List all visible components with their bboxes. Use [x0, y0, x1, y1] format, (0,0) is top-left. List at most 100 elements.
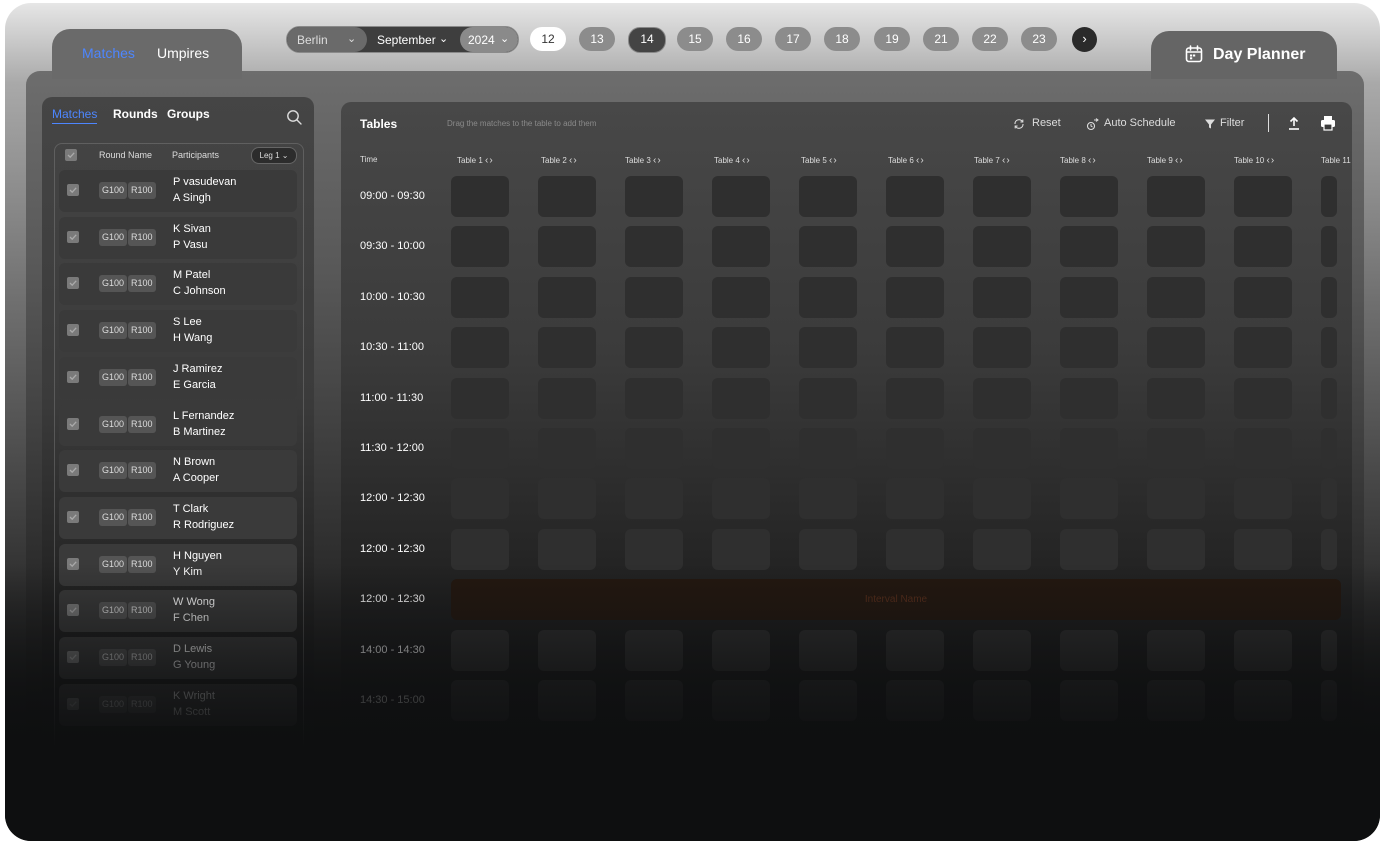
date-pill[interactable]: 23 [1021, 27, 1057, 51]
schedule-cell[interactable] [1060, 176, 1118, 217]
schedule-cell[interactable] [1147, 629, 1205, 671]
schedule-cell[interactable] [799, 680, 857, 721]
schedule-cell[interactable] [625, 377, 683, 419]
match-checkbox[interactable] [67, 697, 79, 710]
table-header[interactable]: Table 7 ‹› [974, 155, 1011, 166]
match-row[interactable]: G100 R100 N Brown A Cooper [59, 450, 297, 493]
search-icon[interactable] [286, 109, 302, 125]
sidebar-tab-groups[interactable]: Groups [167, 107, 210, 121]
schedule-cell[interactable] [1234, 276, 1292, 318]
schedule-cell[interactable] [1234, 176, 1292, 217]
schedule-cell[interactable] [712, 478, 770, 520]
table-header[interactable]: Table 1 ‹› [457, 155, 494, 166]
chevrons-icon[interactable]: ‹› [1266, 155, 1275, 166]
schedule-cell[interactable] [1060, 226, 1118, 268]
chevrons-icon[interactable]: ‹› [742, 155, 751, 166]
schedule-cell[interactable] [1234, 428, 1292, 469]
schedule-cell[interactable] [1147, 680, 1205, 721]
schedule-cell[interactable] [625, 629, 683, 671]
match-row[interactable]: G100 R100 K Sivan P Vasu [59, 216, 297, 259]
year-select[interactable]: 2024 ⌄ [460, 27, 518, 52]
date-pill[interactable]: 21 [923, 27, 959, 51]
chevrons-icon[interactable]: ‹› [569, 155, 578, 166]
date-pill[interactable]: 18 [824, 27, 860, 51]
auto-schedule-button[interactable]: Auto Schedule [1104, 117, 1176, 129]
schedule-cell[interactable] [799, 478, 857, 520]
date-pill[interactable]: 22 [972, 27, 1008, 51]
leg-select[interactable]: Leg 1 ⌄ [251, 147, 297, 164]
schedule-cell[interactable] [886, 528, 944, 570]
schedule-cell[interactable] [451, 226, 509, 268]
schedule-cell[interactable] [1321, 176, 1337, 217]
table-header[interactable]: Table 11 ‹› [1321, 155, 1352, 166]
next-dates-button[interactable]: › [1072, 27, 1097, 52]
schedule-cell[interactable] [1234, 327, 1292, 369]
schedule-cell[interactable] [886, 377, 944, 419]
match-row[interactable]: G100 R100 L Fernandez B Martinez [59, 403, 297, 446]
schedule-cell[interactable] [1060, 528, 1118, 570]
schedule-cell[interactable] [625, 680, 683, 721]
chevrons-icon[interactable]: ‹› [485, 155, 494, 166]
table-header[interactable]: Table 5 ‹› [801, 155, 838, 166]
schedule-cell[interactable] [625, 276, 683, 318]
schedule-cell[interactable] [451, 176, 509, 217]
schedule-cell[interactable] [712, 377, 770, 419]
schedule-cell[interactable] [625, 528, 683, 570]
schedule-cell[interactable] [451, 629, 509, 671]
schedule-cell[interactable] [973, 327, 1031, 369]
schedule-cell[interactable] [799, 629, 857, 671]
schedule-cell[interactable] [886, 428, 944, 469]
match-checkbox[interactable] [67, 604, 79, 617]
schedule-cell[interactable] [625, 478, 683, 520]
schedule-cell[interactable] [712, 327, 770, 369]
match-checkbox[interactable] [67, 230, 79, 243]
reset-button[interactable]: Reset [1032, 117, 1061, 129]
schedule-cell[interactable] [886, 226, 944, 268]
schedule-cell[interactable] [712, 276, 770, 318]
schedule-cell[interactable] [1147, 528, 1205, 570]
table-header[interactable]: Table 4 ‹› [714, 155, 751, 166]
schedule-cell[interactable] [799, 226, 857, 268]
city-select[interactable]: Berlin ⌄ [287, 27, 367, 52]
schedule-cell[interactable] [1234, 478, 1292, 520]
schedule-cell[interactable] [1321, 528, 1337, 570]
schedule-cell[interactable] [625, 428, 683, 469]
schedule-cell[interactable] [886, 629, 944, 671]
schedule-cell[interactable] [1060, 428, 1118, 469]
schedule-cell[interactable] [451, 276, 509, 318]
date-pill[interactable]: 12 [530, 27, 566, 51]
schedule-cell[interactable] [1234, 226, 1292, 268]
match-row[interactable]: G100 R100 H Nguyen Y Kim [59, 543, 297, 586]
schedule-cell[interactable] [1321, 428, 1337, 469]
chevrons-icon[interactable]: ‹› [829, 155, 838, 166]
schedule-cell[interactable] [712, 629, 770, 671]
chevrons-icon[interactable]: ‹› [1002, 155, 1011, 166]
schedule-cell[interactable] [538, 377, 596, 419]
schedule-cell[interactable] [1321, 327, 1337, 369]
match-checkbox[interactable] [67, 557, 79, 570]
match-row[interactable]: G100 R100 P vasudevan A Singh [59, 170, 297, 212]
date-pill[interactable]: 13 [579, 27, 615, 51]
date-pill[interactable]: 19 [874, 27, 910, 51]
schedule-cell[interactable] [973, 680, 1031, 721]
schedule-cell[interactable] [1060, 629, 1118, 671]
schedule-cell[interactable] [1234, 528, 1292, 570]
schedule-cell[interactable] [973, 528, 1031, 570]
table-header[interactable]: Table 3 ‹› [625, 155, 662, 166]
schedule-cell[interactable] [451, 377, 509, 419]
table-header[interactable]: Table 6 ‹› [888, 155, 925, 166]
table-header[interactable]: Table 10 ‹› [1234, 155, 1275, 166]
match-checkbox[interactable] [67, 464, 79, 477]
schedule-cell[interactable] [799, 276, 857, 318]
schedule-cell[interactable] [1321, 276, 1337, 318]
schedule-cell[interactable] [886, 680, 944, 721]
match-row[interactable]: G100 R100 D Lewis G Young [59, 637, 297, 679]
schedule-cell[interactable] [451, 327, 509, 369]
chevrons-icon[interactable]: ‹› [653, 155, 662, 166]
schedule-cell[interactable] [799, 327, 857, 369]
schedule-cell[interactable] [886, 327, 944, 369]
schedule-cell[interactable] [538, 327, 596, 369]
chevrons-icon[interactable]: ‹› [1175, 155, 1184, 166]
schedule-cell[interactable] [799, 428, 857, 469]
sidebar-tab-matches[interactable]: Matches [52, 107, 98, 124]
